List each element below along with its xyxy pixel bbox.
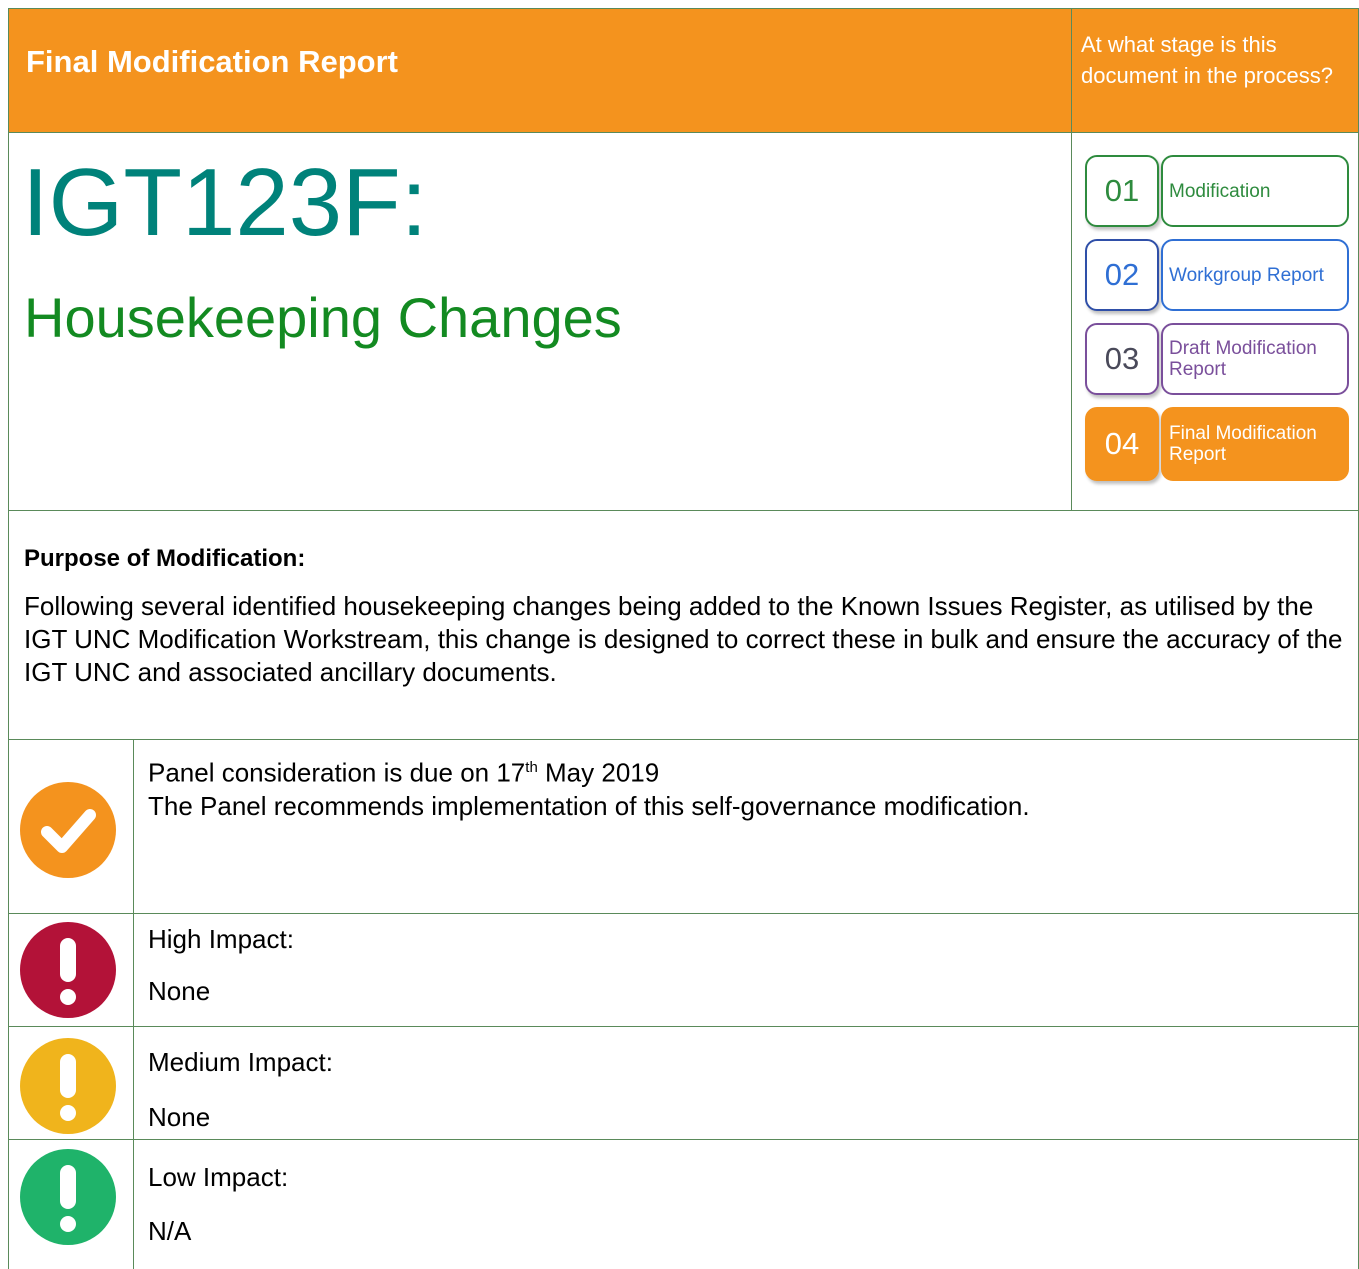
low-impact-label: Low Impact: — [148, 1162, 289, 1192]
icon-column-divider — [133, 740, 134, 1269]
purpose-heading: Purpose of Modification: — [24, 545, 306, 572]
stage-03-label: Draft Modification Report — [1161, 323, 1349, 395]
modification-title: Housekeeping Changes — [24, 286, 622, 349]
medium-impact-value: None — [148, 1102, 211, 1132]
stage-04-label: Final Modification Report — [1161, 407, 1349, 481]
row-divider — [8, 1139, 1359, 1140]
row-divider — [8, 1026, 1359, 1027]
stage-01-label: Modification — [1161, 155, 1349, 227]
medium-impact-label: Medium Impact: — [148, 1047, 333, 1077]
stage-03-number: 03 — [1085, 323, 1159, 395]
panel-consideration: Panel consideration is due on 17th May 2… — [148, 757, 660, 788]
high-impact-icon — [20, 922, 116, 1018]
modification-code: IGT123F: — [22, 149, 428, 256]
panel-recommendation: The Panel recommends implementation of t… — [148, 791, 1030, 821]
medium-impact-icon — [20, 1038, 116, 1134]
purpose-text: Following several identified housekeepin… — [24, 591, 1343, 687]
checkmark-icon — [20, 782, 116, 878]
low-impact-icon — [20, 1149, 116, 1245]
low-impact-value: N/A — [148, 1216, 192, 1246]
report-type-title: Final Modification Report — [26, 44, 398, 79]
high-impact-label: High Impact: — [148, 924, 294, 954]
row-divider — [8, 913, 1359, 914]
stage-01-number: 01 — [1085, 155, 1159, 227]
stage-04-number: 04 — [1085, 407, 1159, 481]
stage-question: At what stage is this document in the pr… — [1081, 32, 1333, 88]
stage-02-label: Workgroup Report — [1161, 239, 1349, 311]
stage-02-number: 02 — [1085, 239, 1159, 311]
high-impact-value: None — [148, 976, 211, 1006]
